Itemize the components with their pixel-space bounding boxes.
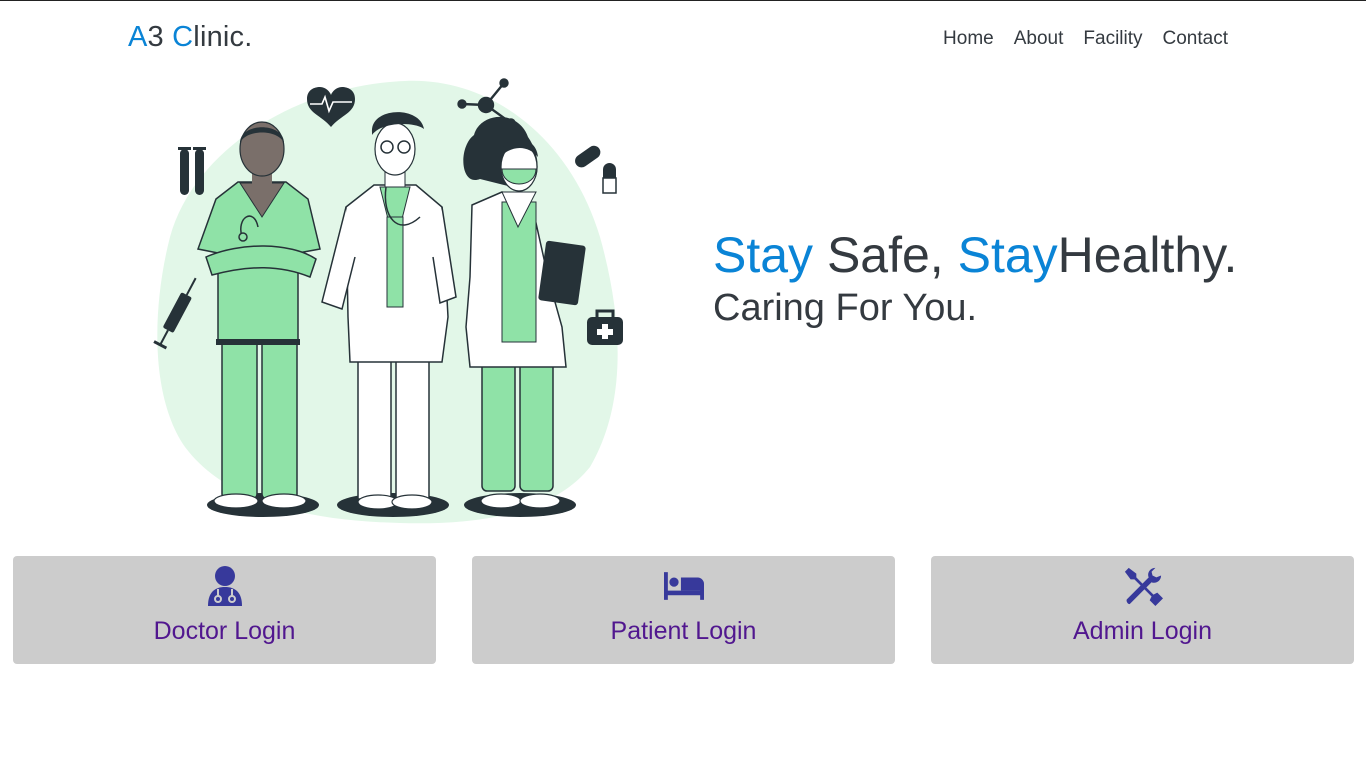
admin-login-label: Admin Login <box>1073 617 1212 645</box>
hero-stay-1: Stay <box>713 227 814 283</box>
bed-icon <box>663 566 704 606</box>
hero-safe: Safe, <box>813 227 958 283</box>
test-tubes-icon <box>178 147 206 195</box>
doctor-login-card[interactable]: Doctor Login <box>13 556 436 664</box>
doctors-illustration <box>153 78 623 524</box>
patient-login-label: Patient Login <box>610 617 757 645</box>
hero-subtitle: Caring For You. <box>713 287 978 329</box>
brand-number: 3 <box>147 21 173 53</box>
user-doctor-icon <box>205 566 245 606</box>
nav-facility[interactable]: Facility <box>1083 28 1142 50</box>
hero-headline: Stay Safe, StayHealthy. Caring For You. <box>713 227 1237 330</box>
brand-letter-a: A <box>128 21 148 53</box>
hero-stay-2: Stay <box>957 227 1058 283</box>
brand-letter-c: C <box>172 21 194 53</box>
nav-about[interactable]: About <box>1014 28 1064 50</box>
brand-logo[interactable]: A3 Clinic. <box>128 21 253 54</box>
navbar: A3 Clinic. Home About Facility Contact <box>0 1 1366 77</box>
admin-login-card[interactable]: Admin Login <box>931 556 1354 664</box>
patient-login-card[interactable]: Patient Login <box>472 556 895 664</box>
doctor-login-label: Doctor Login <box>153 617 296 645</box>
pills-icon <box>575 145 617 194</box>
nav-home[interactable]: Home <box>943 28 994 50</box>
hero-healthy: Healthy. <box>1057 227 1238 283</box>
main-nav: Home About Facility Contact <box>943 28 1228 50</box>
nav-contact[interactable]: Contact <box>1163 28 1228 50</box>
hero-title: Stay Safe, StayHealthy. <box>713 227 1237 283</box>
brand-rest: linic. <box>193 21 253 53</box>
tools-icon <box>1123 566 1163 606</box>
